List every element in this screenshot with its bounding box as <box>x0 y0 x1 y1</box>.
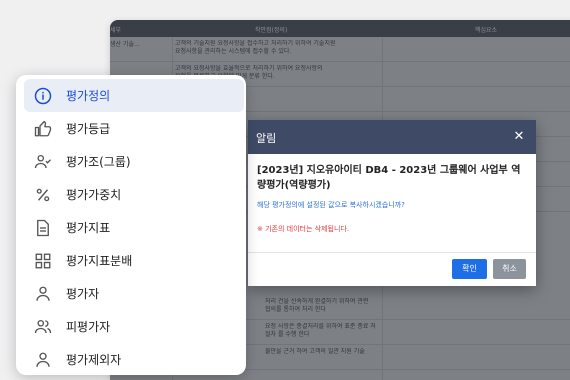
users-icon <box>34 319 52 334</box>
document-icon <box>37 219 49 237</box>
menu-item-label: 평가조(그룹) <box>66 155 131 169</box>
menu-item-label: 평가가중치 <box>66 188 122 202</box>
user-check-icon <box>34 154 51 169</box>
percent-icon <box>36 188 50 202</box>
close-icon[interactable]: ✕ <box>510 128 528 146</box>
menu-item-evaluation-weight[interactable]: 평가가중치 <box>24 178 244 211</box>
menu-item-indicator-distribution[interactable]: 평가지표분배 <box>24 244 244 277</box>
user-icon <box>36 286 50 301</box>
dialog-title: 알림 <box>256 132 277 145</box>
menu-item-label: 평가지표 <box>66 221 111 235</box>
user-minus-icon <box>36 352 50 367</box>
dialog-footer: 확인 취소 <box>248 252 536 287</box>
menu-item-label: 피평가자 <box>66 320 111 334</box>
grid-icon <box>35 253 51 269</box>
menu-item-excluded[interactable]: 평가제외자 <box>24 343 244 375</box>
thumbs-up-icon <box>34 120 52 137</box>
menu-item-evaluation-definition[interactable]: 평가정의 <box>24 79 244 112</box>
dialog-warning: ※ 기존의 데이터는 삭제됩니다. <box>257 225 350 233</box>
menu-item-evaluatee[interactable]: 피평가자 <box>24 310 244 343</box>
confirm-button[interactable]: 확인 <box>452 259 487 279</box>
menu-item-label: 평가지표분배 <box>66 254 133 268</box>
dialog-body: [2023년] 지오유아이티 DB4 - 2023년 그룹웨어 사업부 역량평가… <box>248 154 536 234</box>
menu-item-evaluation-indicator[interactable]: 평가지표 <box>24 211 244 244</box>
alert-dialog: 알림 ✕ [2023년] 지오유아이티 DB4 - 2023년 그룹웨어 사업부… <box>248 120 536 286</box>
info-icon <box>34 87 52 105</box>
dialog-heading: [2023년] 지오유아이티 DB4 - 2023년 그룹웨어 사업부 역량평가… <box>257 165 521 191</box>
cancel-button[interactable]: 취소 <box>493 259 526 279</box>
menu-item-evaluator[interactable]: 평가자 <box>24 277 244 310</box>
settings-menu: 평가정의 평가등급 평가조(그룹) 평가가중치 평가지표 평가지표분배 평가자 … <box>16 75 246 375</box>
dialog-question: 해당 평가정의에 설정된 값으로 복사하시겠습니까? <box>257 201 405 209</box>
menu-item-label: 평가자 <box>66 287 100 301</box>
menu-item-label: 평가등급 <box>66 122 111 136</box>
menu-item-label: 평가정의 <box>66 89 111 103</box>
menu-item-evaluation-grade[interactable]: 평가등급 <box>24 112 244 145</box>
dialog-header: 알림 ✕ <box>248 120 536 154</box>
menu-item-evaluation-group[interactable]: 평가조(그룹) <box>24 145 244 178</box>
